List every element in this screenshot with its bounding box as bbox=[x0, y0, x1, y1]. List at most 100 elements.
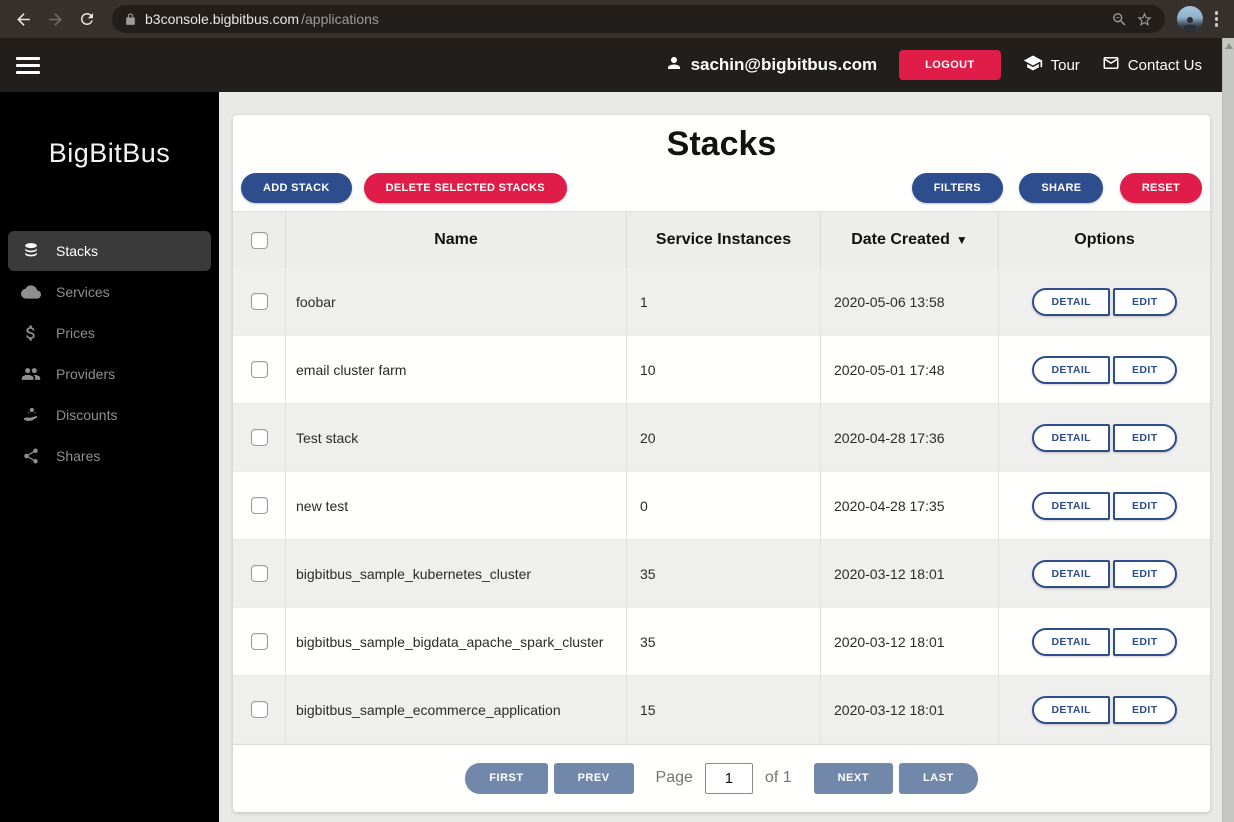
row-checkbox[interactable] bbox=[250, 701, 268, 718]
detail-button[interactable]: DETAIL bbox=[1032, 355, 1110, 384]
detail-button[interactable]: DETAIL bbox=[1032, 491, 1110, 520]
user-account: sachin@bigbitbus.com bbox=[665, 54, 877, 77]
stack-name: bigbitbus_sample_kubernetes_cluster bbox=[286, 540, 627, 608]
zoom-icon[interactable] bbox=[1111, 11, 1128, 28]
edit-button[interactable]: EDIT bbox=[1113, 355, 1177, 384]
edit-button[interactable]: EDIT bbox=[1113, 423, 1177, 452]
stack-name: Test stack bbox=[286, 404, 627, 472]
date-created: 2020-04-28 17:35 bbox=[821, 472, 999, 540]
row-checkbox[interactable] bbox=[250, 497, 268, 514]
column-header-options: Options bbox=[1074, 231, 1135, 248]
date-created: 2020-03-12 18:01 bbox=[821, 608, 999, 676]
reload-icon[interactable] bbox=[74, 6, 100, 32]
sidebar-item-label: Providers bbox=[56, 366, 116, 382]
service-instances-count: 0 bbox=[627, 472, 821, 540]
edit-button[interactable]: EDIT bbox=[1113, 627, 1177, 656]
sidebar: BigBitBus Stacks Services Prices Providers D… bbox=[0, 92, 219, 822]
url-bar[interactable]: b3console.bigbitbus.com/applications bbox=[112, 5, 1165, 33]
stacks-table: Name Service Instances Date Created ▼ Op… bbox=[233, 211, 1210, 744]
last-page-button[interactable]: LAST bbox=[898, 762, 978, 794]
add-stack-button[interactable]: ADD STACK bbox=[241, 173, 352, 203]
cloud-icon bbox=[20, 282, 42, 302]
forward-icon[interactable] bbox=[42, 6, 68, 32]
stack-name: foobar bbox=[286, 268, 627, 336]
sidebar-item-providers[interactable]: Providers bbox=[8, 354, 211, 394]
detail-button[interactable]: DETAIL bbox=[1032, 627, 1110, 656]
service-instances-count: 20 bbox=[627, 404, 821, 472]
bookmark-star-icon[interactable] bbox=[1136, 11, 1153, 28]
discount-icon bbox=[20, 405, 42, 425]
profile-avatar[interactable] bbox=[1176, 6, 1203, 32]
sidebar-item-shares[interactable]: Shares bbox=[8, 436, 211, 476]
people-icon bbox=[20, 364, 42, 384]
sidebar-item-label: Shares bbox=[56, 448, 101, 464]
stacks-icon bbox=[20, 241, 42, 261]
edit-button[interactable]: EDIT bbox=[1113, 491, 1177, 520]
main-content: Stacks ADD STACK DELETE SELECTED STACKS … bbox=[219, 92, 1222, 822]
prev-page-button[interactable]: PREV bbox=[553, 762, 634, 794]
row-checkbox[interactable] bbox=[250, 633, 268, 650]
page-scrollbar[interactable] bbox=[1222, 38, 1234, 822]
table-header: Name Service Instances Date Created ▼ Op… bbox=[233, 211, 1210, 268]
hamburger-menu-icon[interactable] bbox=[16, 56, 40, 74]
row-checkbox[interactable] bbox=[250, 429, 268, 446]
browser-chrome: b3console.bigbitbus.com/applications bbox=[0, 0, 1234, 38]
table-row: bigbitbus_sample_kubernetes_cluster 35 2… bbox=[233, 540, 1210, 608]
share-button[interactable]: SHARE bbox=[1019, 173, 1104, 203]
service-instances-count: 15 bbox=[627, 676, 821, 744]
table-body: foobar 1 2020-05-06 13:58 DETAIL EDIT em… bbox=[233, 268, 1210, 744]
edit-button[interactable]: EDIT bbox=[1113, 559, 1177, 588]
filters-button[interactable]: FILTERS bbox=[911, 173, 1003, 203]
table-row: Test stack 20 2020-04-28 17:36 DETAIL ED… bbox=[233, 404, 1210, 472]
contact-us-link[interactable]: Contact Us bbox=[1102, 54, 1202, 76]
row-checkbox[interactable] bbox=[250, 361, 268, 378]
page-of-label: of 1 bbox=[764, 769, 792, 786]
toolbar: ADD STACK DELETE SELECTED STACKS FILTERS… bbox=[233, 173, 1210, 203]
date-created: 2020-03-12 18:01 bbox=[821, 540, 999, 608]
reset-button[interactable]: RESET bbox=[1119, 173, 1202, 203]
user-icon bbox=[665, 54, 683, 77]
dollar-icon bbox=[20, 323, 42, 343]
edit-button[interactable]: EDIT bbox=[1113, 695, 1177, 724]
page-input[interactable] bbox=[704, 762, 753, 794]
browser-menu-icon[interactable] bbox=[1209, 11, 1225, 27]
table-row: email cluster farm 10 2020-05-01 17:48 D… bbox=[233, 336, 1210, 404]
column-header-name[interactable]: Name bbox=[286, 212, 627, 268]
table-row: foobar 1 2020-05-06 13:58 DETAIL EDIT bbox=[233, 268, 1210, 336]
tour-link[interactable]: Tour bbox=[1023, 53, 1080, 77]
back-icon[interactable] bbox=[10, 6, 36, 32]
sidebar-item-discounts[interactable]: Discounts bbox=[8, 395, 211, 435]
app-logo: BigBitBus bbox=[48, 138, 171, 168]
date-created: 2020-05-01 17:48 bbox=[821, 336, 999, 404]
url-path: /applications bbox=[301, 11, 379, 27]
sidebar-item-label: Stacks bbox=[56, 243, 99, 259]
row-checkbox[interactable] bbox=[250, 293, 268, 310]
sidebar-item-label: Services bbox=[56, 284, 110, 300]
logout-button[interactable]: LOGOUT bbox=[899, 50, 1001, 80]
delete-selected-stacks-button[interactable]: DELETE SELECTED STACKS bbox=[363, 173, 567, 203]
scroll-up-arrow-icon bbox=[1224, 43, 1233, 49]
edit-button[interactable]: EDIT bbox=[1113, 287, 1177, 316]
detail-button[interactable]: DETAIL bbox=[1032, 287, 1110, 316]
select-all-checkbox[interactable] bbox=[250, 231, 268, 249]
envelope-icon bbox=[1102, 54, 1120, 76]
stack-name: bigbitbus_sample_ecommerce_application bbox=[286, 676, 627, 744]
detail-button[interactable]: DETAIL bbox=[1032, 559, 1110, 588]
table-row: new test 0 2020-04-28 17:35 DETAIL EDIT bbox=[233, 472, 1210, 540]
next-page-button[interactable]: NEXT bbox=[813, 762, 893, 794]
sidebar-item-services[interactable]: Services bbox=[8, 272, 211, 312]
detail-button[interactable]: DETAIL bbox=[1032, 695, 1110, 724]
sidebar-item-label: Discounts bbox=[56, 407, 118, 423]
sidebar-item-prices[interactable]: Prices bbox=[8, 313, 211, 353]
date-created: 2020-05-06 13:58 bbox=[821, 268, 999, 336]
url-domain: b3console.bigbitbus.com bbox=[145, 11, 300, 27]
column-header-date-created[interactable]: Date Created ▼ bbox=[821, 212, 999, 268]
column-header-service-instances[interactable]: Service Instances bbox=[627, 212, 821, 268]
sidebar-item-stacks[interactable]: Stacks bbox=[8, 231, 211, 271]
app-header: sachin@bigbitbus.com LOGOUT Tour Contact… bbox=[0, 38, 1222, 92]
page-title: Stacks bbox=[666, 125, 777, 163]
first-page-button[interactable]: FIRST bbox=[465, 762, 548, 794]
graduation-cap-icon bbox=[1023, 53, 1043, 77]
detail-button[interactable]: DETAIL bbox=[1032, 423, 1110, 452]
row-checkbox[interactable] bbox=[250, 565, 268, 582]
